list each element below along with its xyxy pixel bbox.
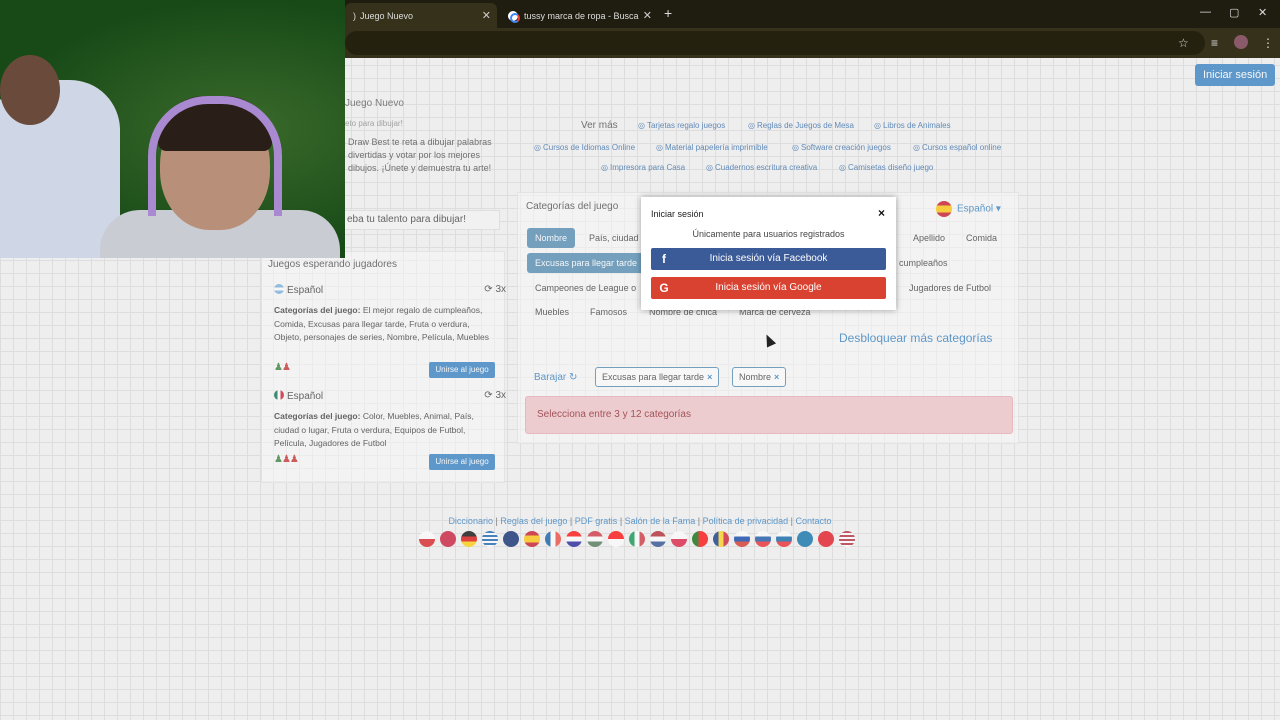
tab-label: Juego Nuevo bbox=[360, 10, 414, 21]
playlist-icon[interactable]: ≡ bbox=[1211, 36, 1218, 50]
close-window-button[interactable]: ✕ bbox=[1258, 6, 1267, 19]
google-icon: G bbox=[659, 281, 669, 295]
webcam-person-left bbox=[0, 55, 120, 258]
facebook-icon: f bbox=[662, 252, 666, 266]
facebook-login-button[interactable]: f Inicia sesión vía Facebook bbox=[651, 248, 886, 270]
url-input[interactable] bbox=[345, 31, 1205, 55]
maximize-button[interactable]: ▢ bbox=[1229, 6, 1239, 19]
tab-juego-nuevo[interactable]: ) Juego Nuevo ✕ bbox=[345, 3, 497, 28]
login-modal: Iniciar sesión × Únicamente para usuario… bbox=[641, 197, 896, 310]
star-icon[interactable]: ☆ bbox=[1178, 36, 1189, 50]
new-tab-button[interactable]: + bbox=[664, 5, 672, 21]
google-icon bbox=[508, 10, 520, 23]
profile-icon[interactable] bbox=[1234, 35, 1248, 49]
facebook-login-label: Inicia sesión vía Facebook bbox=[709, 253, 828, 264]
close-icon[interactable]: × bbox=[878, 206, 885, 220]
modal-title: Iniciar sesión bbox=[651, 209, 704, 219]
menu-icon[interactable]: ⋮ bbox=[1262, 36, 1274, 50]
tab-busqueda[interactable]: tussy marca de ropa - Buscar c ✕ bbox=[500, 3, 658, 28]
tab-icon: ) bbox=[353, 10, 356, 21]
headset-icon bbox=[148, 96, 282, 216]
modal-subtitle: Únicamente para usuarios registrados bbox=[692, 229, 845, 239]
google-login-label: Inicia sesión vía Google bbox=[715, 282, 822, 293]
webcam-overlay bbox=[0, 0, 345, 258]
minimize-button[interactable]: — bbox=[1200, 6, 1211, 18]
close-tab-icon[interactable]: ✕ bbox=[643, 9, 652, 22]
tab-label: tussy marca de ropa - Buscar c bbox=[524, 10, 639, 21]
close-tab-icon[interactable]: ✕ bbox=[482, 9, 491, 22]
google-login-button[interactable]: G Inicia sesión vía Google bbox=[651, 277, 886, 299]
